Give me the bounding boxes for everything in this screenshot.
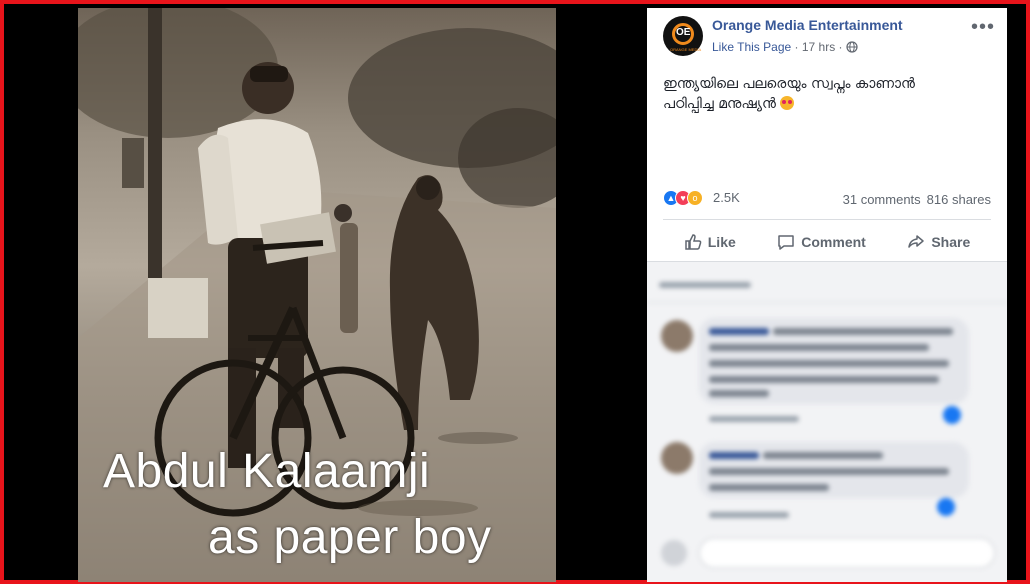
screenshot-frame: Abdul Kalaamji as paper boy OE ORANGE ME… <box>0 0 1030 584</box>
share-button[interactable]: Share <box>907 233 970 251</box>
commenter-avatar[interactable] <box>661 320 693 352</box>
share-label: Share <box>931 234 971 250</box>
wow-reaction-icon: o <box>687 190 703 206</box>
logo-small-text: ORANGE MEDIA <box>670 47 702 52</box>
meta-separator: · <box>791 40 802 54</box>
post-text: ഇന്ത്യയിലെ പലരെയും സ്വപ്നം കാണാൻ പഠിപ്പി… <box>663 74 993 114</box>
viewer-avatar <box>661 540 687 566</box>
post-meta: Like This Page · 17 hrs · <box>712 40 858 54</box>
logo-letters: OE <box>676 27 691 38</box>
caption-line-1: Abdul Kalaamji <box>103 445 431 498</box>
commenter-name[interactable] <box>709 452 759 459</box>
engagement-counts: 31 comments 816 shares <box>837 192 991 207</box>
post-text-line-2: പഠിപ്പിച്ച മനുഷ്യൻ <box>663 96 776 112</box>
reaction-count: 2.5K <box>713 190 740 205</box>
comment-line <box>709 484 829 491</box>
comment-button[interactable]: Comment <box>777 233 866 251</box>
meta-separator-2: · <box>835 40 846 54</box>
more-dots-icon[interactable]: ••• <box>971 16 995 39</box>
comment-line <box>709 468 949 475</box>
commenter-name[interactable] <box>709 328 769 335</box>
globe-icon <box>846 41 858 53</box>
like-button[interactable]: Like <box>684 233 736 251</box>
page-avatar[interactable]: OE ORANGE MEDIA <box>663 16 703 56</box>
comments-count-link[interactable]: 31 comments <box>843 192 921 207</box>
heart-eyes-emoji-icon <box>780 96 795 110</box>
post-photo[interactable]: Abdul Kalaamji as paper boy <box>78 8 556 582</box>
divider-top <box>663 219 991 220</box>
comment-actions[interactable] <box>709 512 789 518</box>
post-panel: OE ORANGE MEDIA Orange Media Entertainme… <box>647 8 1007 582</box>
comment-like-badge-icon <box>943 406 961 424</box>
like-page-link[interactable]: Like This Page <box>712 40 791 54</box>
comment-line <box>709 390 769 397</box>
thumbs-up-icon <box>685 234 702 250</box>
comments-divider <box>647 302 1007 303</box>
page-name-link[interactable]: Orange Media Entertainment <box>712 17 903 33</box>
comments-filter-bar <box>659 282 751 288</box>
comment-label: Comment <box>801 234 866 250</box>
action-bar: Like Comment Share <box>663 224 991 260</box>
comment-line <box>763 452 883 459</box>
post-time[interactable]: 17 hrs <box>802 40 835 54</box>
comments-section <box>647 262 1007 582</box>
comment-line <box>709 376 939 383</box>
like-label: Like <box>707 234 736 250</box>
comment-line <box>709 360 949 367</box>
shares-count-link[interactable]: 816 shares <box>927 192 991 207</box>
share-arrow-icon <box>908 235 925 248</box>
comment-like-badge-icon <box>937 498 955 516</box>
post-text-line-1: ഇന്ത്യയിലെ പലരെയും സ്വപ്നം കാണാൻ <box>663 76 915 92</box>
comment-line <box>709 344 929 351</box>
commenter-avatar[interactable] <box>661 442 693 474</box>
comment-actions[interactable] <box>709 416 799 422</box>
write-comment-input[interactable] <box>699 538 995 568</box>
comment-bubble-icon <box>778 235 795 250</box>
caption-line-2: as paper boy <box>208 511 492 564</box>
post-header: OE ORANGE MEDIA Orange Media Entertainme… <box>647 8 1007 64</box>
comment-line <box>773 328 953 335</box>
